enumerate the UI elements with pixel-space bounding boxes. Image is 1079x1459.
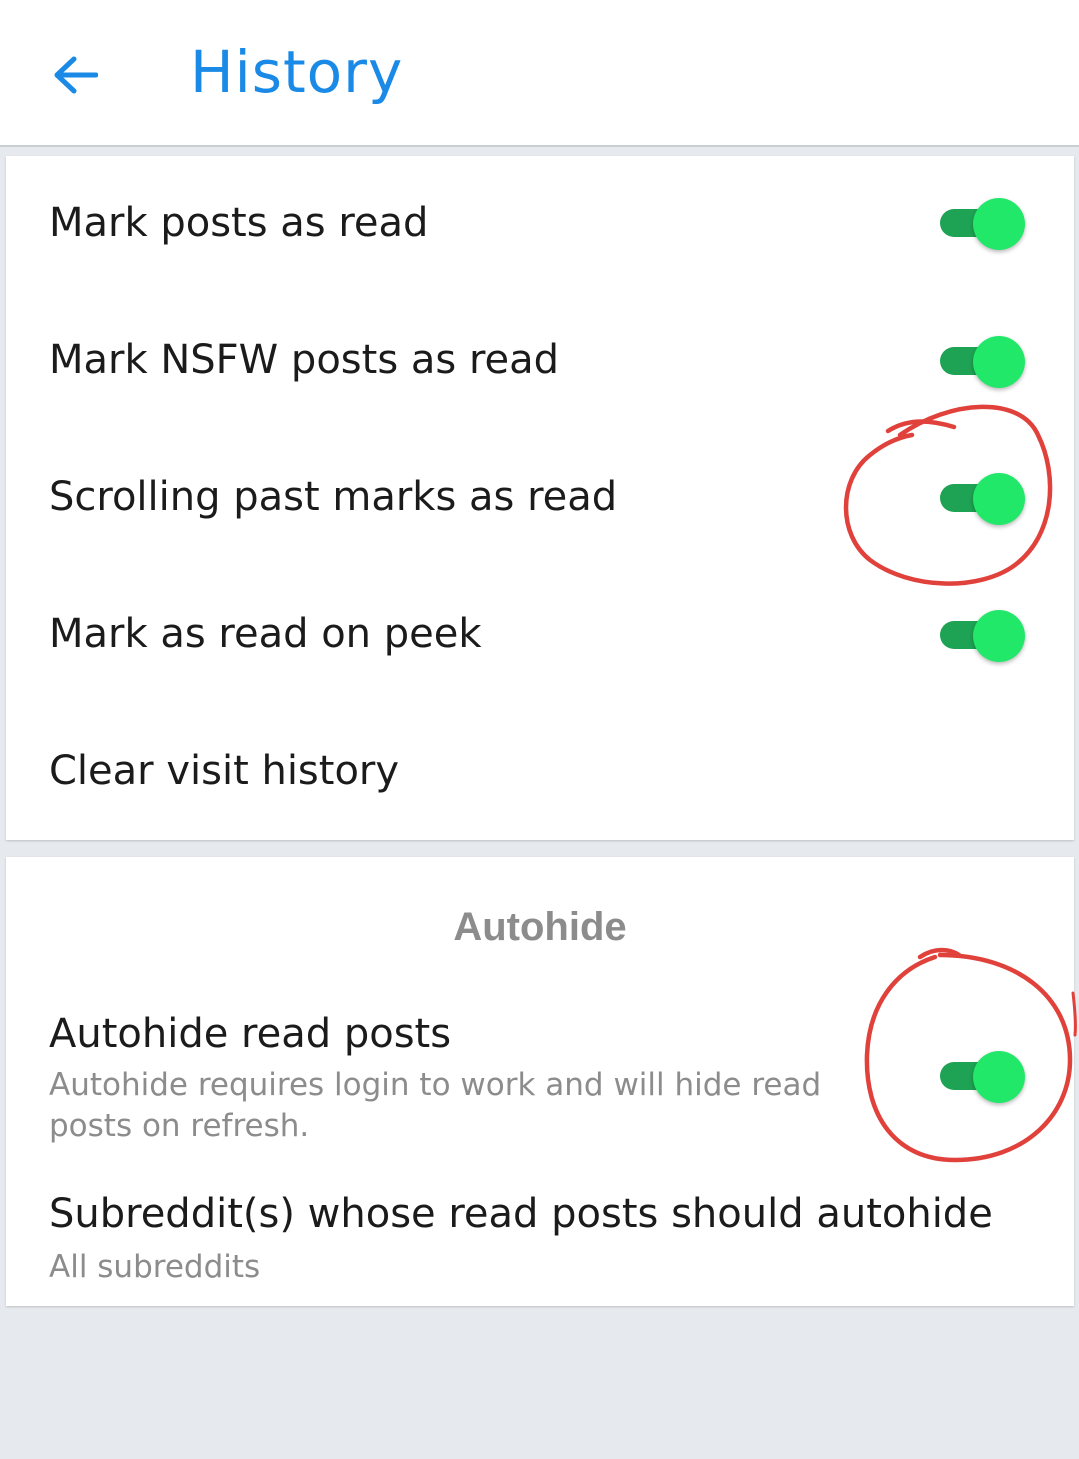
page-title: History <box>190 38 404 106</box>
setting-clear-visit-history[interactable]: Clear visit history <box>6 704 1074 840</box>
back-button[interactable] <box>40 40 110 110</box>
setting-value: All subreddits <box>49 1249 261 1285</box>
setting-label: Clear visit history <box>49 748 400 794</box>
setting-description: Autohide requires login to work and will… <box>49 1067 822 1144</box>
setting-label: Autohide read posts <box>49 1011 452 1057</box>
setting-autohide-read-posts[interactable]: Autohide read posts Autohide requires lo… <box>6 997 1074 1157</box>
setting-mark-nsfw-read[interactable]: Mark NSFW posts as read <box>6 293 1074 430</box>
toggle-thumb <box>973 198 1025 250</box>
autohide-settings-card: Autohide Autohide read posts Autohide re… <box>6 857 1074 1306</box>
toggle-thumb <box>973 1051 1025 1103</box>
setting-scrolling-past-read[interactable]: Scrolling past marks as read <box>6 430 1074 567</box>
setting-label: Mark posts as read <box>49 200 429 246</box>
setting-read-on-peek[interactable]: Mark as read on peek <box>6 567 1074 704</box>
section-header-autohide: Autohide <box>453 905 627 949</box>
mark-posts-read-toggle[interactable] <box>940 198 1025 250</box>
toggle-thumb <box>973 336 1025 388</box>
setting-label: Subreddit(s) whose read posts should aut… <box>49 1191 993 1237</box>
history-settings-card: Mark posts as read Mark NSFW posts as re… <box>6 156 1074 840</box>
autohide-read-posts-toggle[interactable] <box>940 1051 1025 1103</box>
arrow-left-icon <box>54 56 98 94</box>
mark-nsfw-read-toggle[interactable] <box>940 336 1025 388</box>
setting-mark-posts-read[interactable]: Mark posts as read <box>6 156 1074 293</box>
setting-label: Mark NSFW posts as read <box>49 337 560 383</box>
setting-autohide-subreddits[interactable]: Subreddit(s) whose read posts should aut… <box>6 1177 1074 1306</box>
scrolling-past-read-toggle[interactable] <box>940 473 1025 525</box>
setting-label: Scrolling past marks as read <box>49 474 618 520</box>
toggle-thumb <box>973 473 1025 525</box>
setting-label: Mark as read on peek <box>49 611 482 657</box>
app-bar: History <box>0 0 1079 147</box>
toggle-thumb <box>973 610 1025 662</box>
read-on-peek-toggle[interactable] <box>940 610 1025 662</box>
